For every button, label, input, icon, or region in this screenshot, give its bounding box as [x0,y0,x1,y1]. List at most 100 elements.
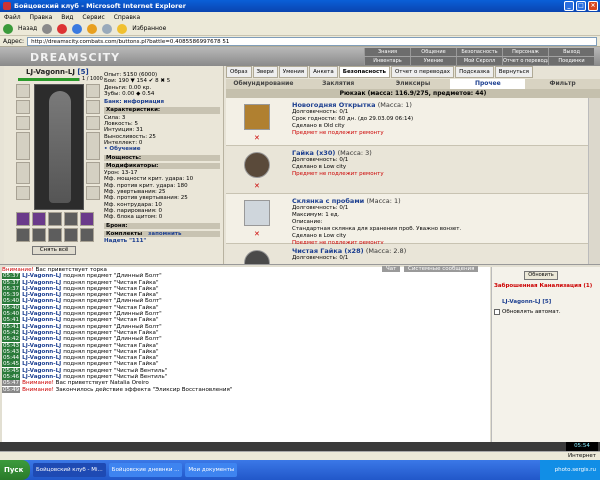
bank-link[interactable]: Банк: информация [104,99,220,105]
boots-slot[interactable] [86,186,100,200]
nav-skills[interactable]: Умение [410,57,456,65]
tab-image[interactable]: Образ [226,66,252,78]
delete-icon[interactable]: ✕ [254,182,260,190]
chat-author[interactable]: LJ-Vagonn-LJ [22,336,63,342]
chat-author[interactable]: LJ-Vagonn-LJ [22,305,63,311]
menu-view[interactable]: Вид [61,14,73,21]
nav-inventory[interactable]: Инвентарь [364,57,410,65]
tab-pets[interactable]: Звери [252,66,278,78]
delete-icon[interactable]: ✕ [254,230,260,238]
potion-slot-2[interactable] [32,228,46,242]
spell-slot-4[interactable] [64,212,78,226]
taskbar-item[interactable]: Бойцовские дневнки ... [108,463,183,477]
chat-log[interactable]: Внимание! Вас приветствует торка 05:37 LJ-… [2,267,490,443]
tab-return[interactable]: Вернуться [494,66,533,78]
nav-my-scroll[interactable]: Мой Скролл [456,57,502,65]
forward-arrow-icon[interactable] [42,23,53,34]
nav-transfers[interactable]: Отчет о переводах [502,57,548,65]
menu-tools[interactable]: Сервис [82,14,104,21]
gloves-slot[interactable] [86,100,100,114]
chat-author[interactable]: LJ-Vagonn-LJ [22,361,63,367]
back-arrow-icon[interactable] [3,23,13,34]
taskbar-item[interactable]: Мои документы [185,463,238,477]
ring1-slot[interactable] [86,116,100,130]
start-button[interactable]: Пуск [0,460,30,480]
power-section-header[interactable]: Мощность: [104,154,220,161]
spell-slot-1[interactable] [16,212,30,226]
put-on-set-link[interactable]: Надеть "111" [104,238,220,244]
train-link[interactable]: • Обучение [104,146,220,152]
online-user[interactable]: LJ-Vagonn-LJ [5] [502,299,551,305]
chat-author[interactable]: LJ-Vagonn-LJ [22,374,63,380]
nav-character[interactable]: Персонаж [502,48,548,56]
chat-author[interactable]: LJ-Vagonn-LJ [22,324,63,330]
shield-slot[interactable] [86,132,100,160]
chat-author[interactable]: LJ-Vagonn-LJ [22,368,63,374]
favorites-label[interactable]: Избранное [132,25,166,32]
remember-link[interactable]: запомнить [148,231,181,237]
favorites-star-icon[interactable] [117,23,128,34]
mods-section-header[interactable]: Модификаторы: [104,162,220,170]
address-input[interactable]: http://dreamscity.combats.com/buttons.pl… [27,36,597,46]
character-name[interactable]: LJ-Vagonn-LJ [5] [26,68,89,76]
inv-tab-spells[interactable]: Заклятия [301,79,376,89]
nut-icon[interactable] [244,152,270,178]
chat-author[interactable]: LJ-Vagonn-LJ [22,298,63,304]
inv-tab-elixirs[interactable]: Эликсиры [376,79,451,89]
maximize-button[interactable]: □ [576,1,586,11]
taskbar-item[interactable]: Бойцовский клуб - Mi... [33,463,106,477]
minimize-button[interactable]: _ [564,1,574,11]
close-button[interactable]: × [588,1,598,11]
weapon-slot[interactable] [16,132,30,160]
chat-author[interactable]: LJ-Vagonn-LJ [22,280,63,286]
auto-update-toggle[interactable]: Обновлять автомат. [494,309,561,315]
potion-slot-4[interactable] [64,228,78,242]
amulet-slot[interactable] [16,116,30,130]
nav-battles[interactable]: Поединки [548,57,594,65]
chat-author[interactable]: LJ-Vagonn-LJ [22,273,63,279]
inv-tab-equipment[interactable]: Обмундирование [226,79,301,89]
chat-tab-chat[interactable]: Чат [382,266,401,272]
inv-tab-filter[interactable]: Фильтр [525,79,600,89]
bracer-slot[interactable] [86,84,100,98]
spell-slot-5[interactable] [80,212,94,226]
menu-file[interactable]: Файл [4,14,21,21]
search-icon[interactable] [102,23,113,34]
clean-nut-icon[interactable] [244,250,270,264]
back-label[interactable]: Назад [18,25,37,32]
belt-slot[interactable] [16,186,30,200]
home-icon[interactable] [87,23,98,34]
tab-transfers[interactable]: Отчет о переводах [390,66,455,78]
spell-slot-2[interactable] [32,212,46,226]
item-name[interactable]: Новогодняя Открытка [292,101,376,109]
earring-slot[interactable] [16,100,30,114]
chars-section-header[interactable]: Характеристики: [104,107,220,114]
vial-icon[interactable] [244,200,270,226]
tab-profile[interactable]: Анкета [309,66,338,78]
update-button[interactable]: Обновить [524,271,558,280]
stop-icon[interactable] [57,23,68,34]
tab-security[interactable]: Безопасность [338,66,390,78]
postcard-icon[interactable] [244,104,270,130]
item-name[interactable]: Гайка (x30) [292,149,335,157]
tab-hint[interactable]: Подсказка [455,66,494,78]
nav-exit[interactable]: Выход [548,48,594,56]
chat-input-bar[interactable]: 05:54 [0,442,600,451]
potion-slot-3[interactable] [48,228,62,242]
undress-all-button[interactable]: Снять всё [32,246,76,255]
inv-tab-other[interactable]: Прочее [450,79,526,89]
helmet-slot[interactable] [16,84,30,98]
delete-icon[interactable]: ✕ [254,134,260,142]
chat-author[interactable]: LJ-Vagonn-LJ [22,343,63,349]
checkbox-icon[interactable] [494,309,500,315]
chat-author[interactable]: LJ-Vagonn-LJ [22,286,63,292]
spell-slot-3[interactable] [48,212,62,226]
inventory-scrollbar[interactable] [588,98,600,264]
tab-skills[interactable]: Умения [278,66,309,78]
item-name[interactable]: Склянка с пробами [292,197,364,205]
armor-section-header[interactable]: Броня: [104,222,220,229]
menu-edit[interactable]: Правка [30,14,53,21]
chat-author[interactable]: LJ-Vagonn-LJ [22,317,63,323]
chat-author[interactable]: LJ-Vagonn-LJ [22,349,63,355]
refresh-icon[interactable] [72,23,83,34]
